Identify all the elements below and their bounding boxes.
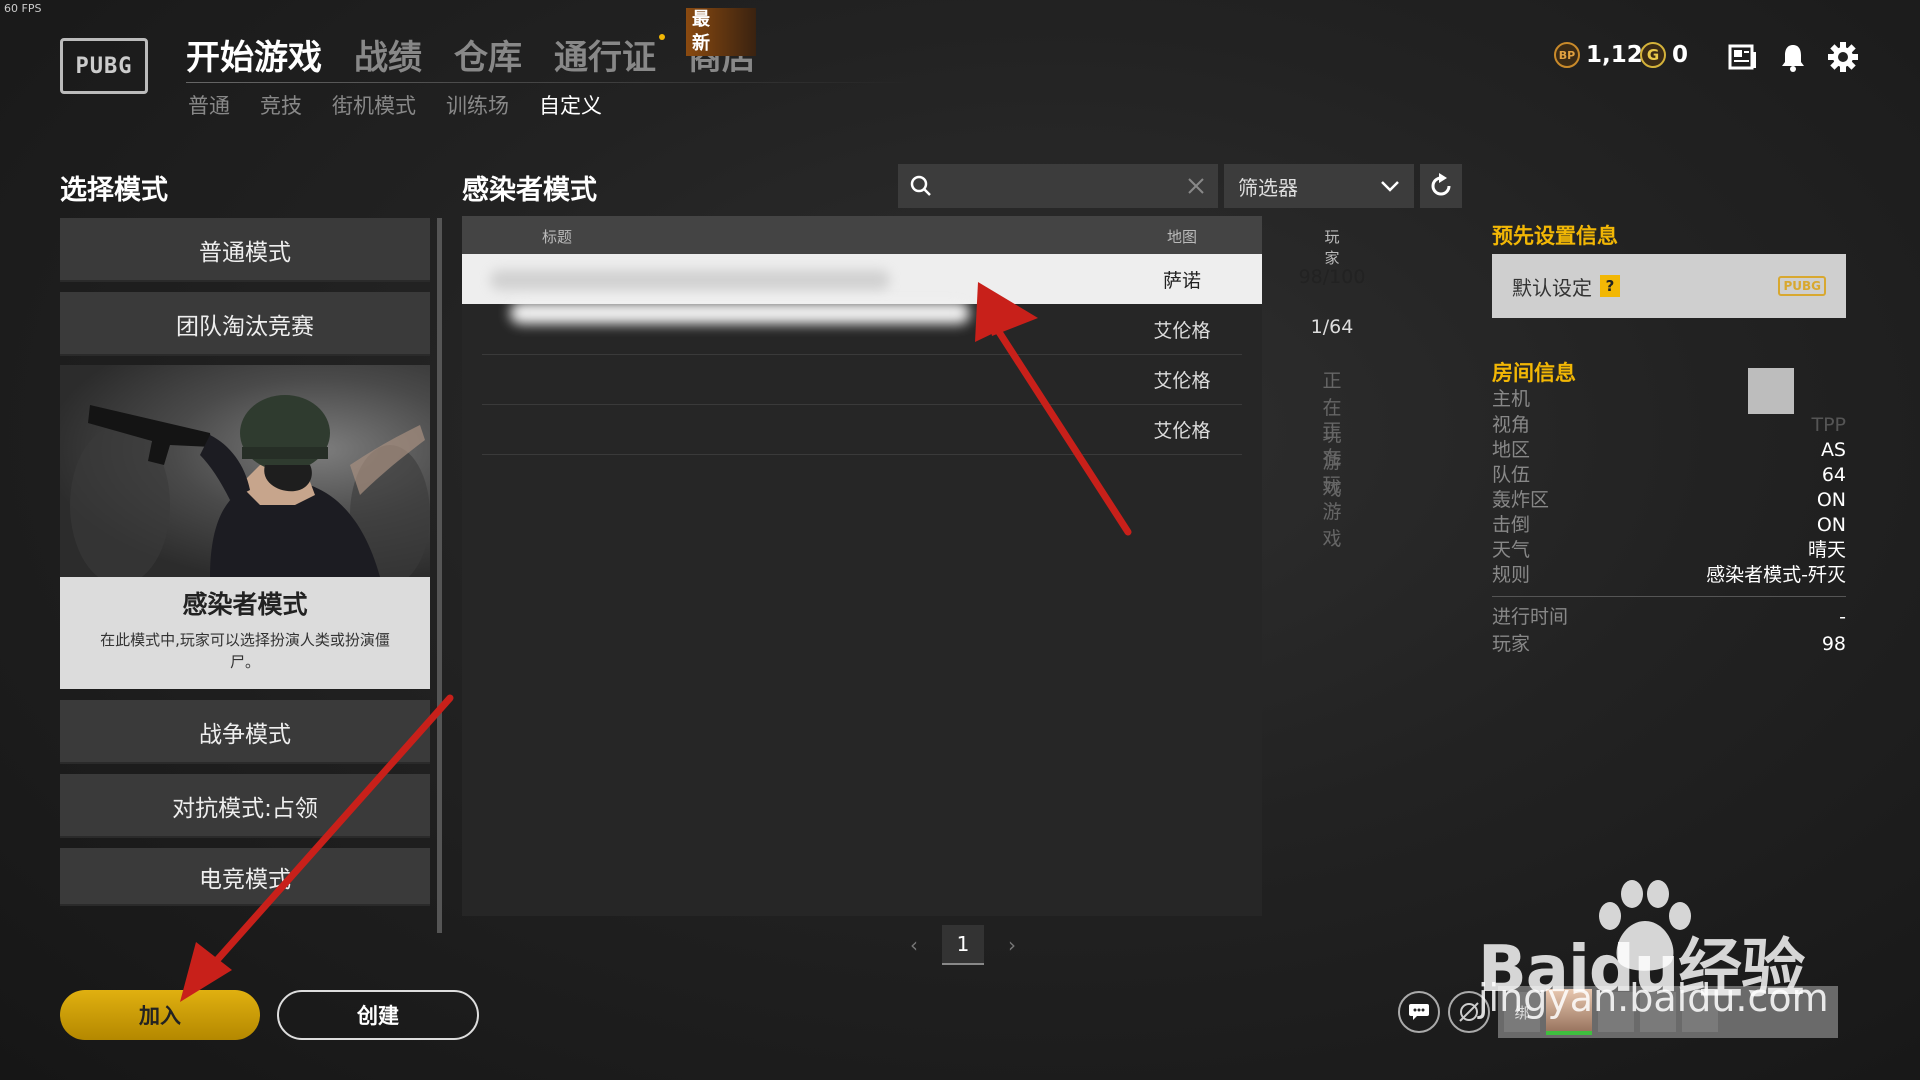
- mode-conquest-button[interactable]: 对抗模式:占领: [60, 774, 430, 838]
- room-players: 正在玩游戏: [1322, 420, 1342, 550]
- new-badge: 最新: [686, 8, 756, 56]
- chat-icon[interactable]: [1398, 991, 1440, 1033]
- mode-tdm-button[interactable]: 团队淘汰竞赛: [60, 292, 430, 356]
- info-rules: 规则 感染者模式-歼灭: [1492, 564, 1846, 586]
- watermark-url: jingyan.baidu.com: [1478, 976, 1829, 1020]
- help-icon[interactable]: ?: [1600, 275, 1620, 297]
- subnav-ranked[interactable]: 竞技: [260, 90, 302, 120]
- info-knockdown: 击倒 ON: [1492, 514, 1846, 536]
- room-map: 艾伦格: [1153, 320, 1211, 342]
- room-map: 艾伦格: [1153, 420, 1211, 442]
- preset-info-title: 预先设置信息: [1492, 224, 1618, 248]
- select-mode-title: 选择模式: [60, 175, 168, 206]
- bell-icon[interactable]: [1776, 40, 1810, 74]
- room-row[interactable]: 艾伦格 正在玩游戏: [482, 354, 1342, 500]
- room-row[interactable]: 萨诺 98/100: [462, 254, 1365, 304]
- subnav-training[interactable]: 训练场: [446, 90, 509, 120]
- room-info-title: 房间信息: [1492, 361, 1576, 385]
- info-region: 地区 AS: [1492, 439, 1846, 461]
- pubg-logo: PUBG: [60, 38, 148, 94]
- nav-pass-label: 通行证: [554, 38, 656, 78]
- room-map: 萨诺: [1162, 270, 1202, 292]
- infection-mode-artwork: [60, 365, 430, 577]
- preset-card[interactable]: 默认设定 ? PUBG: [1492, 254, 1846, 318]
- info-perspective: 视角 TPP: [1492, 414, 1846, 436]
- infection-mode-title: 感染者模式: [182, 590, 308, 619]
- info-divider: [1492, 596, 1846, 597]
- pagination: ‹ 1 ›: [910, 925, 1016, 965]
- paw-icon: [1599, 880, 1691, 971]
- room-row[interactable]: 艾伦格 1/64: [482, 302, 1353, 355]
- header-players[interactable]: 玩家: [1324, 226, 1339, 268]
- refresh-button[interactable]: [1420, 164, 1462, 208]
- info-elapsed: 进行时间 -: [1492, 606, 1846, 628]
- refresh-icon: [1431, 173, 1451, 196]
- left-scrollbar[interactable]: [437, 218, 442, 933]
- nav-divider: [186, 82, 916, 83]
- current-page[interactable]: 1: [942, 925, 984, 965]
- room-list: 标题 地图 玩家 萨诺 98/100 艾伦格 1/64 艾伦格 正在玩游戏 艾伦…: [462, 216, 1365, 916]
- filter-dropdown[interactable]: 筛选器: [1224, 164, 1414, 208]
- mode-infection-card[interactable]: 感染者模式 在此模式中,玩家可以选择扮演人类或扮演僵尸。: [60, 365, 430, 689]
- blurred-room-title: [490, 270, 890, 290]
- g-currency[interactable]: G 0: [1640, 42, 1688, 68]
- list-title: 感染者模式: [462, 175, 597, 206]
- infection-mode-desc: 在此模式中,玩家可以选择扮演人类或扮演僵尸。: [100, 631, 390, 671]
- room-players: 98/100: [1298, 266, 1366, 288]
- subnav-normal[interactable]: 普通: [188, 90, 230, 120]
- nav-play[interactable]: 开始游戏: [186, 30, 322, 79]
- g-amount: 0: [1672, 42, 1689, 68]
- infection-mode-info: 感染者模式 在此模式中,玩家可以选择扮演人类或扮演僵尸。: [60, 577, 430, 689]
- info-redzone: 轰炸区 ON: [1492, 489, 1846, 511]
- search-icon: [910, 175, 931, 196]
- clear-icon[interactable]: [1188, 178, 1204, 194]
- info-weather: 天气 晴天: [1492, 539, 1846, 561]
- subnav-arcade[interactable]: 街机模式: [332, 90, 416, 120]
- subnav-custom[interactable]: 自定义: [539, 90, 602, 120]
- nav-pass[interactable]: 通行证: [554, 30, 665, 79]
- join-button[interactable]: 加入: [60, 990, 260, 1040]
- notification-dot: [659, 34, 665, 40]
- pubg-mini-logo: PUBG: [1778, 276, 1826, 296]
- room-row[interactable]: 艾伦格 正在玩游戏: [482, 404, 1342, 550]
- header-title[interactable]: 标题: [542, 226, 572, 247]
- header-map[interactable]: 地图: [1167, 226, 1197, 247]
- mode-war-button[interactable]: 战争模式: [60, 700, 430, 764]
- room-players: 1/64: [1310, 316, 1354, 338]
- g-coin-icon: G: [1640, 42, 1666, 68]
- info-teams: 队伍 64: [1492, 464, 1846, 486]
- news-icon[interactable]: [1726, 40, 1760, 74]
- create-button[interactable]: 创建: [277, 990, 479, 1040]
- next-page-icon[interactable]: ›: [1008, 933, 1016, 957]
- preset-label: 默认设定: [1512, 275, 1592, 300]
- sub-nav: 普通 竞技 街机模式 训练场 自定义: [188, 90, 602, 120]
- info-host: 主机: [1492, 388, 1531, 410]
- nav-inventory[interactable]: 仓库: [454, 30, 522, 79]
- search-input[interactable]: [898, 164, 1218, 208]
- prev-page-icon[interactable]: ‹: [910, 933, 918, 957]
- info-players: 玩家 98: [1492, 633, 1846, 655]
- blurred-room-title: [510, 302, 970, 324]
- room-list-header: 标题 地图 玩家: [462, 216, 1340, 267]
- bp-coin-icon: BP: [1554, 42, 1580, 68]
- main-nav: 开始游戏 战绩 仓库 通行证 最新 商店: [186, 8, 756, 79]
- fps-counter: 60 FPS: [4, 2, 42, 15]
- chevron-down-icon: [1381, 181, 1399, 192]
- nav-store[interactable]: 最新 商店: [686, 8, 756, 79]
- preset-label-group: 默认设定 ?: [1512, 272, 1620, 301]
- gear-icon[interactable]: [1826, 40, 1860, 74]
- mode-esports-button[interactable]: 电竞模式: [60, 848, 430, 906]
- baidu-watermark: Baidu经验 jingyan.baidu.com: [1478, 876, 1829, 1020]
- nav-career[interactable]: 战绩: [354, 30, 422, 79]
- filter-label: 筛选器: [1238, 175, 1298, 200]
- mode-normal-button[interactable]: 普通模式: [60, 218, 430, 282]
- room-map: 艾伦格: [1153, 370, 1211, 392]
